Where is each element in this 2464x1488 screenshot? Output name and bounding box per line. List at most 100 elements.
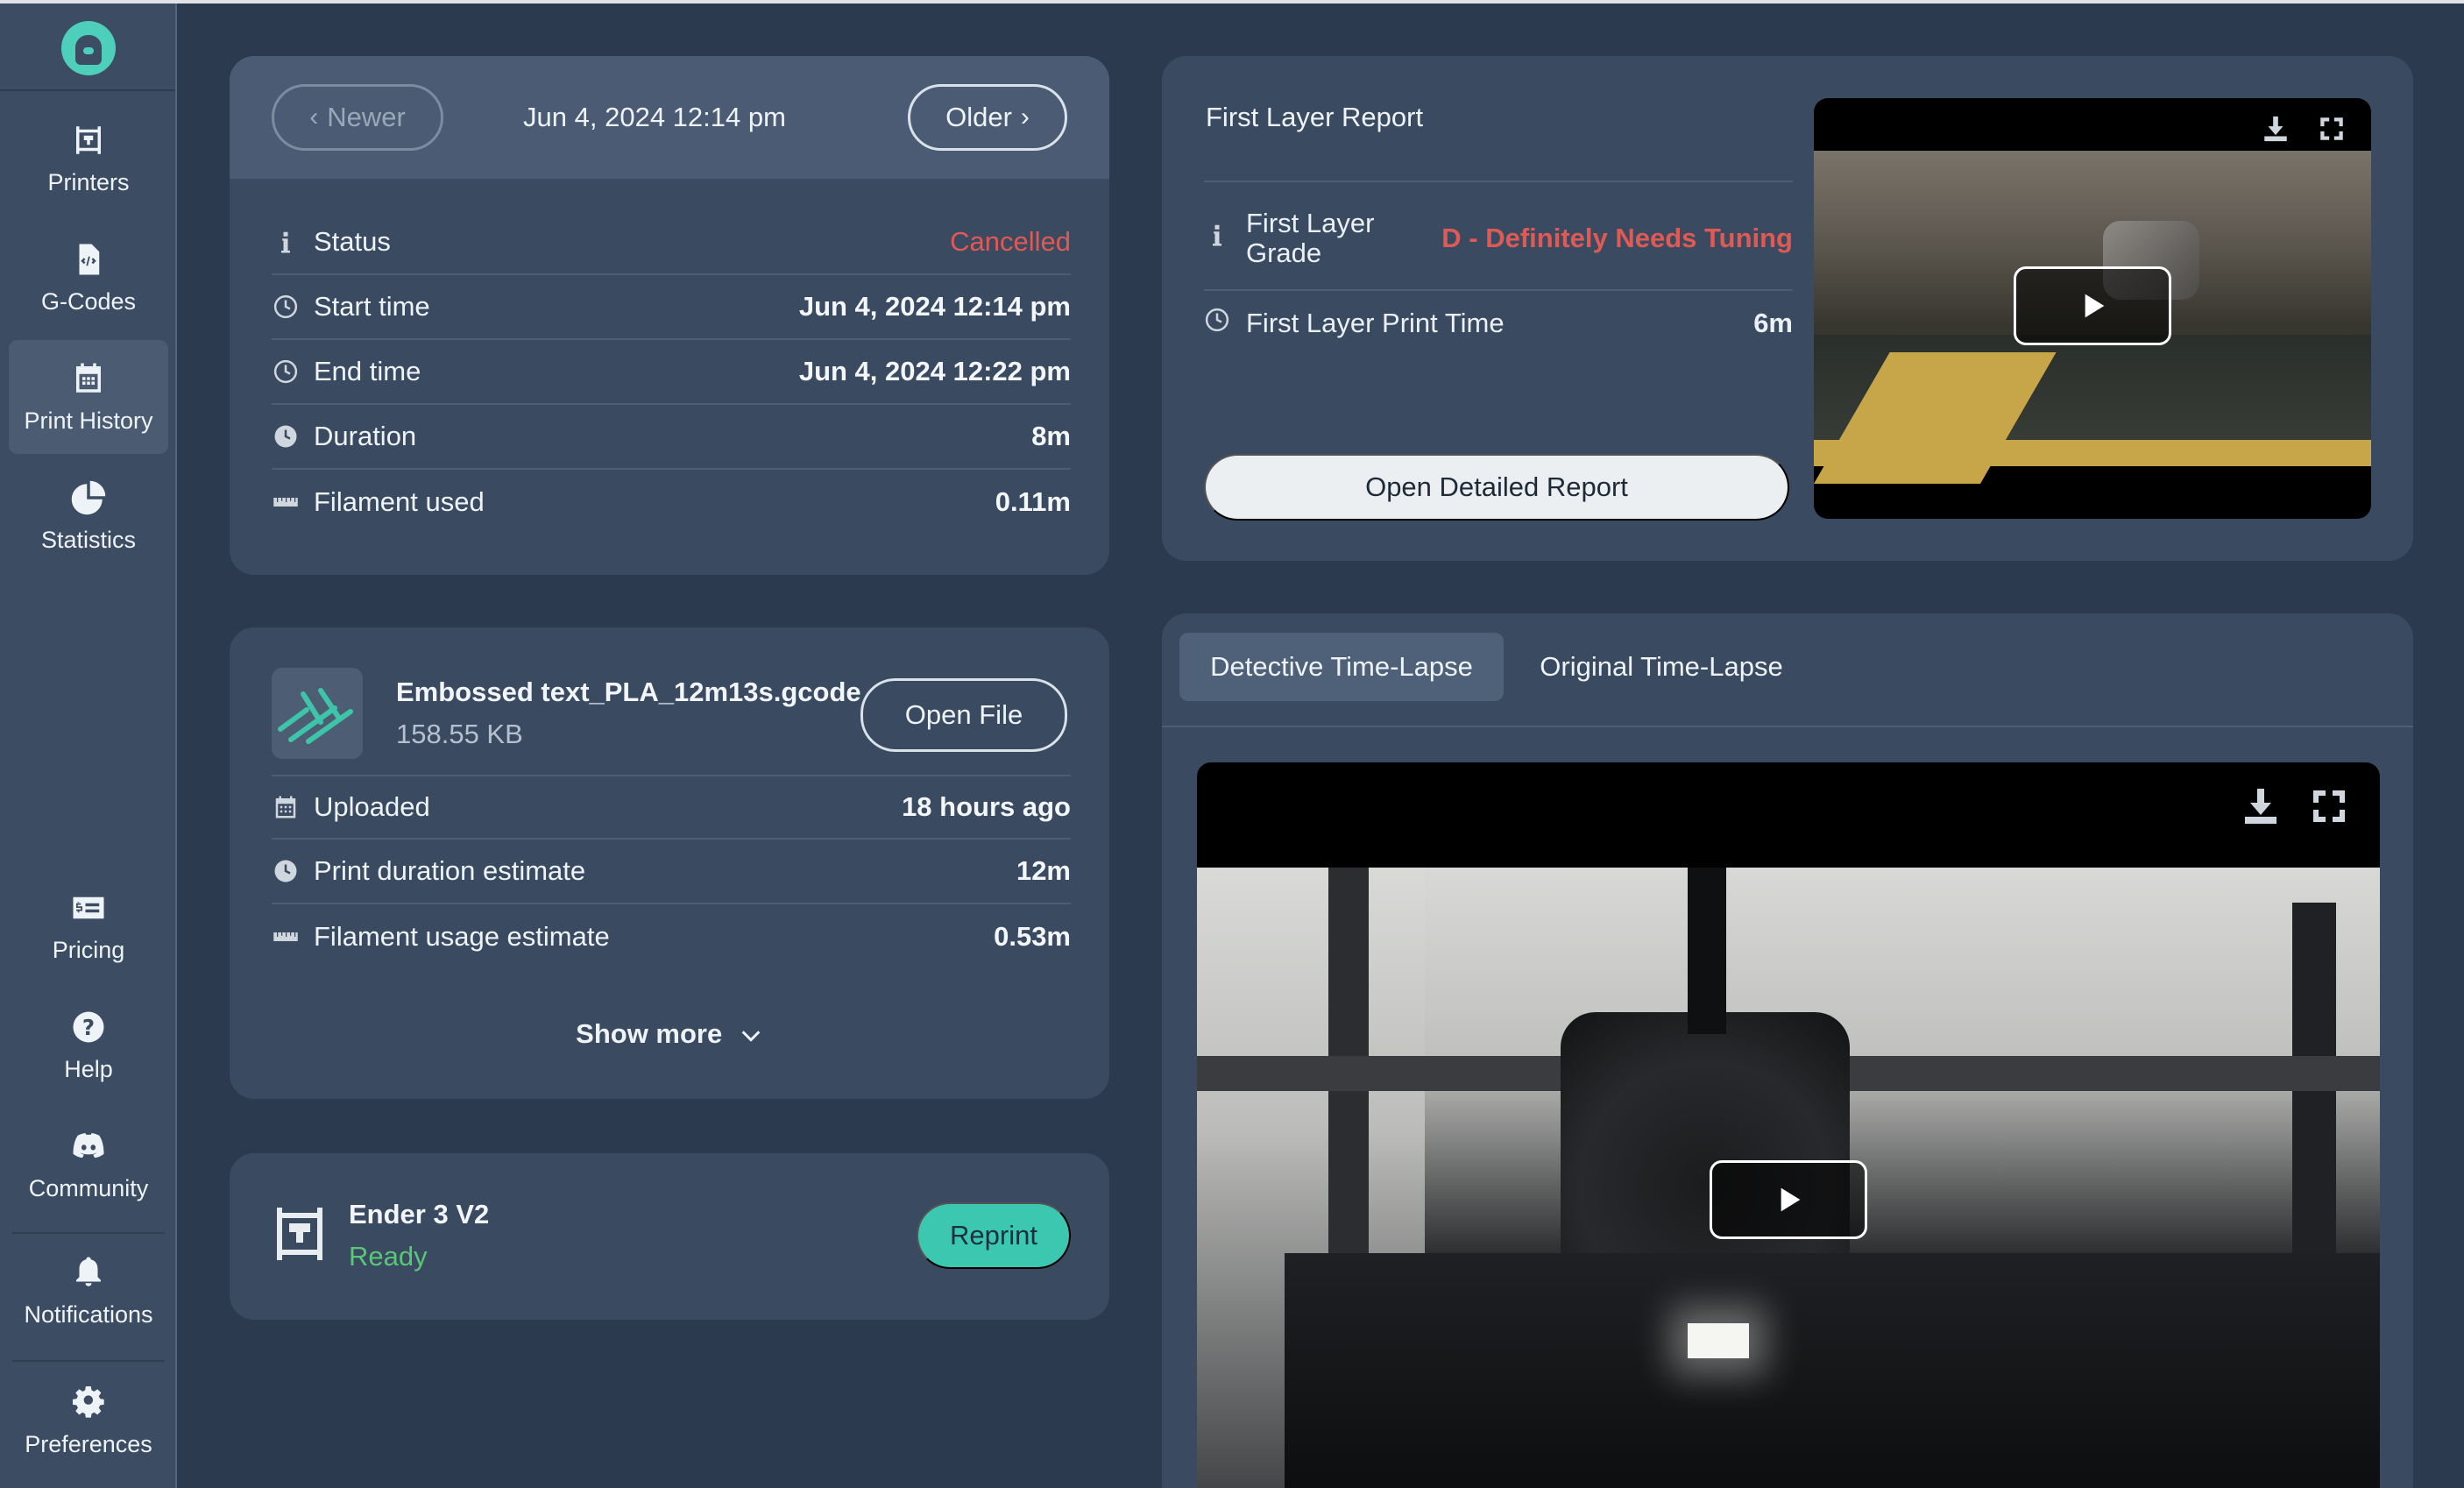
filament-usage-estimate-row: Filament usage estimate 0.53m — [272, 904, 1071, 969]
gcode-file-icon — [70, 241, 107, 278]
uploaded-row: Uploaded 18 hours ago — [272, 775, 1071, 840]
duration-label: Duration — [314, 421, 417, 451]
filament-usage-estimate-label: Filament usage estimate — [314, 921, 610, 952]
sidebar-item-pricing[interactable]: Pricing — [9, 869, 168, 983]
first-layer-strip — [1814, 440, 2371, 466]
gear-icon — [70, 1384, 107, 1421]
sidebar-item-statistics[interactable]: Statistics — [9, 459, 168, 573]
filament-used-value: 0.11m — [995, 486, 1071, 517]
sidebar-divider — [12, 1360, 165, 1362]
sidebar-item-label: Printers — [47, 168, 130, 195]
chevron-down-icon — [739, 1018, 763, 1050]
print-duration-estimate-label: Print duration estimate — [314, 855, 586, 886]
tab-detective-timelapse[interactable]: Detective Time-Lapse — [1179, 633, 1504, 701]
divider — [1204, 181, 1793, 182]
print-details-card: ‹ Newer Jun 4, 2024 12:14 pm Older › Sta… — [230, 56, 1109, 575]
svg-text:?: ? — [82, 1014, 95, 1039]
first-layer-video-tools — [2261, 114, 2347, 144]
sidebar-item-label: Print History — [24, 407, 153, 434]
older-button[interactable]: Older › — [908, 84, 1067, 151]
sidebar-item-label: G-Codes — [40, 287, 137, 315]
end-time-row: End time Jun 4, 2024 12:22 pm — [272, 340, 1071, 405]
grade-label-line-2: Grade — [1246, 237, 1322, 268]
status-row: Status Cancelled — [272, 210, 1071, 275]
logo-area[interactable] — [0, 4, 175, 91]
timelapse-play-button[interactable] — [1710, 1160, 1867, 1239]
uploaded-label: Uploaded — [314, 791, 430, 822]
chevron-left-icon: ‹ — [309, 103, 319, 131]
start-time-value: Jun 4, 2024 12:14 pm — [798, 291, 1071, 322]
show-more-label: Show more — [576, 1018, 723, 1049]
sidebar-item-help[interactable]: ? Help — [9, 988, 168, 1102]
ruler-icon — [272, 488, 300, 516]
open-detailed-report-button[interactable]: Open Detailed Report — [1204, 454, 1789, 521]
sidebar-item-preferences[interactable]: Preferences — [9, 1364, 168, 1477]
printer-name[interactable]: Ender 3 V2 — [349, 1199, 489, 1230]
duration-value: 8m — [1031, 421, 1071, 451]
sidebar-item-printers[interactable]: Printers — [9, 102, 168, 216]
download-icon[interactable] — [2240, 785, 2282, 827]
sidebar-item-label: Help — [64, 1055, 113, 1082]
timelapse-video-tools — [2240, 785, 2350, 827]
status-value: Cancelled — [950, 226, 1071, 257]
fullscreen-icon[interactable] — [2317, 114, 2347, 144]
clock-icon — [272, 358, 300, 386]
print-navigation-header: ‹ Newer Jun 4, 2024 12:14 pm Older › — [230, 56, 1109, 179]
start-time-row: Start time Jun 4, 2024 12:14 pm — [272, 275, 1071, 340]
gcode-thumbnail[interactable] — [272, 668, 363, 759]
download-icon[interactable] — [2261, 114, 2291, 144]
timelapse-card: Detective Time-Lapse Original Time-Lapse — [1162, 613, 2413, 1488]
first-layer-video[interactable] — [1814, 98, 2371, 519]
open-file-button[interactable]: Open File — [860, 678, 1067, 752]
play-icon — [1781, 1187, 1801, 1212]
play-icon — [2085, 294, 2105, 318]
ruler-icon — [272, 923, 300, 951]
sidebar: Printers G-Codes Print History Statistic… — [0, 4, 177, 1488]
discord-icon — [70, 1128, 107, 1165]
clock-icon — [272, 293, 300, 321]
first-layer-grade-label: First Layer Grade — [1246, 209, 1441, 268]
tabs-divider — [1162, 726, 2413, 727]
newer-label: Newer — [327, 102, 406, 132]
start-time-label: Start time — [314, 291, 430, 322]
printer-status: Ready — [349, 1241, 428, 1272]
gcode-filesize: 158.55 KB — [396, 719, 523, 749]
open-file-label: Open File — [904, 699, 1023, 730]
calendar-icon — [272, 793, 300, 821]
printer-card: Ender 3 V2 Ready Reprint — [230, 1153, 1109, 1320]
duration-row: Duration 8m — [272, 405, 1071, 470]
open-detailed-report-label: Open Detailed Report — [1365, 471, 1628, 502]
gcode-filename[interactable]: Embossed text_PLA_12m13s.gcode — [396, 677, 861, 708]
app-logo[interactable] — [61, 21, 116, 75]
bell-icon — [70, 1254, 107, 1291]
print-in-progress — [1688, 1323, 1749, 1358]
show-more-toggle[interactable]: Show more — [230, 1018, 1109, 1050]
first-layer-play-button[interactable] — [2014, 266, 2171, 345]
pie-chart-icon — [70, 479, 107, 516]
tab-original-timelapse[interactable]: Original Time-Lapse — [1512, 633, 1810, 701]
tab-label: Original Time-Lapse — [1540, 651, 1783, 682]
reprint-label: Reprint — [950, 1220, 1037, 1251]
sidebar-item-label: Pricing — [52, 936, 125, 963]
first-layer-grade-value: D - Definitely Needs Tuning — [1441, 223, 1793, 253]
first-layer-report-title: First Layer Report — [1206, 102, 1424, 132]
first-layer-print-time-row: First Layer Print Time 6m — [1204, 300, 1793, 347]
sidebar-item-print-history[interactable]: Print History — [9, 340, 168, 454]
print-bed — [1285, 1253, 2380, 1488]
sidebar-item-gcodes[interactable]: G-Codes — [9, 221, 168, 335]
sidebar-item-label: Community — [28, 1174, 149, 1201]
filament-usage-estimate-value: 0.53m — [994, 921, 1071, 952]
help-icon: ? — [70, 1009, 107, 1045]
first-layer-grade-row: First Layer Grade D - Definitely Needs T… — [1204, 195, 1793, 282]
uploaded-value: 18 hours ago — [902, 791, 1071, 822]
gcode-file-card: Embossed text_PLA_12m13s.gcode 158.55 KB… — [230, 627, 1109, 1099]
sidebar-item-label: Statistics — [40, 526, 137, 553]
cable-bundle — [1688, 868, 1726, 1034]
sidebar-item-community[interactable]: Community — [9, 1108, 168, 1222]
info-icon — [272, 228, 300, 256]
timelapse-video[interactable] — [1197, 762, 2380, 1488]
fullscreen-icon[interactable] — [2308, 785, 2350, 827]
reprint-button[interactable]: Reprint — [917, 1202, 1071, 1269]
newer-button[interactable]: ‹ Newer — [272, 84, 443, 151]
sidebar-item-notifications[interactable]: Notifications — [9, 1234, 168, 1348]
